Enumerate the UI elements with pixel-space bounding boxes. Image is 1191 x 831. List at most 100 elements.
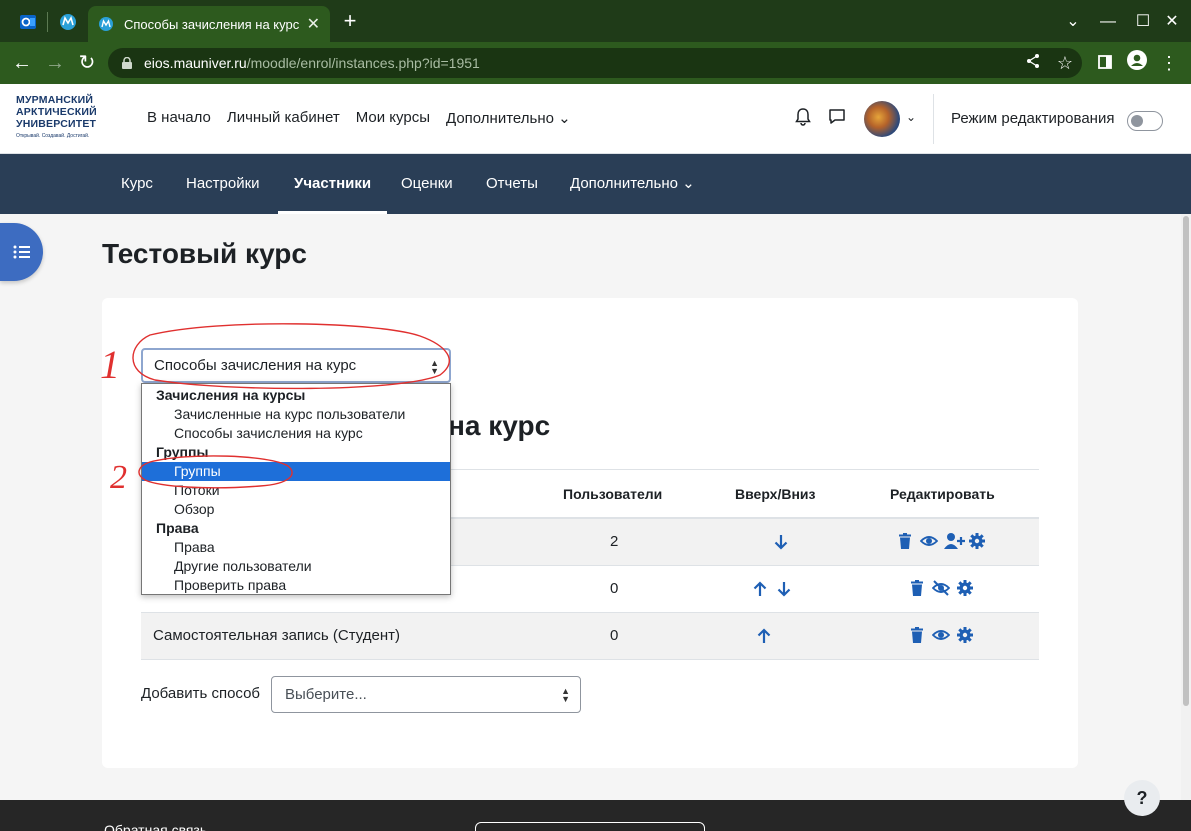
visibility-icon[interactable] [932,626,950,644]
edit-mode-toggle[interactable] [1127,111,1163,131]
bookmark-star-icon[interactable]: ☆ [1052,50,1078,76]
participants-page-select[interactable]: Способы зачисления на курс ▲ ▼ [141,348,451,383]
table-row: Самостоятельная запись (Студент) 0 [141,613,1039,660]
column-header-up-down: Вверх/Вниз [735,486,816,502]
method-name: Самостоятельная запись (Студент) [153,627,401,644]
dropdown-group-enrolments: Зачисления на курсы [156,387,306,403]
settings-gear-icon[interactable] [956,626,974,644]
pinned-tab-university[interactable] [54,8,82,36]
help-button[interactable]: ? [1124,780,1160,816]
select-arrows-icon: ▲ ▼ [430,358,439,376]
select-arrows-icon: ▲ ▼ [561,686,570,704]
tab-grades[interactable]: Оценки [401,154,453,214]
primary-navigation: В начало Личный кабинет Мои курсы Дополн… [147,109,571,127]
moodle-favicon-icon [99,17,113,31]
dropdown-option-permissions[interactable]: Права [142,538,450,557]
url-host: eios.mauniver.ru [144,55,247,71]
delete-icon[interactable] [908,579,926,597]
dropdown-option-check-permissions[interactable]: Проверить права [142,576,450,595]
settings-gear-icon[interactable] [956,579,974,597]
user-count: 0 [610,627,619,644]
move-down-icon[interactable] [772,533,790,551]
footer-box[interactable] [475,822,705,831]
participants-page-select-value: Способы зачисления на курс [154,357,357,374]
tab-reports[interactable]: Отчеты [486,154,538,214]
scrollbar-thumb[interactable] [1183,216,1189,706]
dropdown-option-overview[interactable]: Обзор [142,500,450,519]
university-logo[interactable]: МУРМАНСКИЙ АРКТИЧЕСКИЙ УНИВЕРСИТЕТ Откры… [16,94,116,139]
browser-tab-strip: Способы зачисления на курс ✕ + ⌄ — ☐ ✕ [0,0,1191,42]
nav-dashboard[interactable]: Личный кабинет [227,109,340,127]
forward-button[interactable]: → [42,50,68,76]
nav-more[interactable]: Дополнительно ⌄ [446,109,571,127]
pinned-tab-outlook[interactable] [14,8,42,36]
reload-button[interactable]: ↻ [74,50,100,76]
logo-line-2: АРКТИЧЕСКИЙ [16,106,97,118]
user-count: 0 [610,580,619,597]
tab-title: Способы зачисления на курс [124,16,300,32]
participants-page-dropdown: Зачисления на курсы Зачисленные на курс … [141,383,451,595]
share-icon[interactable] [1020,50,1046,76]
browser-menu-icon[interactable]: ⋮ [1156,50,1182,76]
delete-icon[interactable] [896,532,914,550]
delete-icon[interactable] [908,626,926,644]
outlook-icon [20,15,36,29]
nav-home[interactable]: В начало [147,109,211,127]
course-secondary-navigation: Курс Настройки Участники Оценки Отчеты Д… [0,154,1191,214]
notifications-bell-icon[interactable] [793,108,813,128]
list-icon [13,245,30,259]
section-heading: на курс [448,410,551,441]
logo-tagline: Открывай. Создавай. Достигай. [16,133,90,139]
tab-search-icon[interactable]: ⌄ [1061,10,1085,34]
messages-icon[interactable] [827,108,847,128]
settings-gear-icon[interactable] [968,532,986,550]
university-favicon-icon [60,14,76,30]
dropdown-option-groups[interactable]: Группы [142,462,450,481]
active-browser-tab[interactable]: Способы зачисления на курс ✕ [88,6,330,42]
dropdown-option-groupings[interactable]: Потоки [142,481,450,500]
profile-icon[interactable] [1124,50,1150,76]
enrol-users-icon[interactable] [944,532,966,550]
add-method-select[interactable]: Выберите... ▲ ▼ [271,676,581,713]
side-panel-icon[interactable] [1092,50,1118,76]
page-footer: Обратная связь [0,800,1191,831]
course-index-drawer-button[interactable] [0,223,43,281]
browser-toolbar: ← → ↻ eios.mauniver.ru/moodle/enrol/inst… [0,42,1191,84]
tab-participants[interactable]: Участники [278,154,388,214]
dropdown-option-other-users[interactable]: Другие пользователи [142,557,450,576]
visibility-off-icon[interactable] [932,579,950,597]
column-header-edit: Редактировать [890,486,995,502]
page-title: Тестовый курс [102,238,307,269]
page-scrollbar[interactable] [1181,214,1191,831]
logo-line-3: УНИВЕРСИТЕТ [16,118,97,130]
column-header-users: Пользователи [563,486,663,502]
tab-close-icon[interactable]: ✕ [307,14,320,34]
dropdown-option-enrolled-users[interactable]: Зачисленные на курс пользователи [142,405,450,424]
user-count: 2 [610,533,619,550]
move-up-icon[interactable] [755,627,773,645]
tab-separator [47,12,48,32]
dropdown-group-permissions: Права [156,520,199,536]
logo-line-1: МУРМАНСКИЙ [16,94,94,106]
new-tab-button[interactable]: + [338,10,362,34]
header-divider [933,94,934,144]
back-button[interactable]: ← [9,50,35,76]
close-window-button[interactable]: ✕ [1160,10,1184,34]
maximize-button[interactable]: ☐ [1131,10,1155,34]
minimize-button[interactable]: — [1096,10,1120,34]
user-avatar[interactable] [864,101,900,137]
move-up-icon[interactable] [751,580,769,598]
dropdown-option-enrolment-methods[interactable]: Способы зачисления на курс [142,424,450,443]
url-path: /moodle/enrol/instances.php?id=1951 [246,55,480,71]
lock-icon [122,57,132,69]
tab-settings[interactable]: Настройки [186,154,260,214]
footer-feedback-label[interactable]: Обратная связь [104,822,207,831]
tab-course[interactable]: Курс [121,154,153,214]
move-down-icon[interactable] [775,580,793,598]
address-bar[interactable]: eios.mauniver.ru/moodle/enrol/instances.… [108,48,1082,78]
nav-my-courses[interactable]: Мои курсы [356,109,430,127]
tab-more[interactable]: Дополнительно ⌄ [570,154,695,214]
chevron-down-icon[interactable]: ⌄ [906,110,916,124]
dropdown-group-groups: Группы [156,444,209,460]
visibility-icon[interactable] [920,532,938,550]
